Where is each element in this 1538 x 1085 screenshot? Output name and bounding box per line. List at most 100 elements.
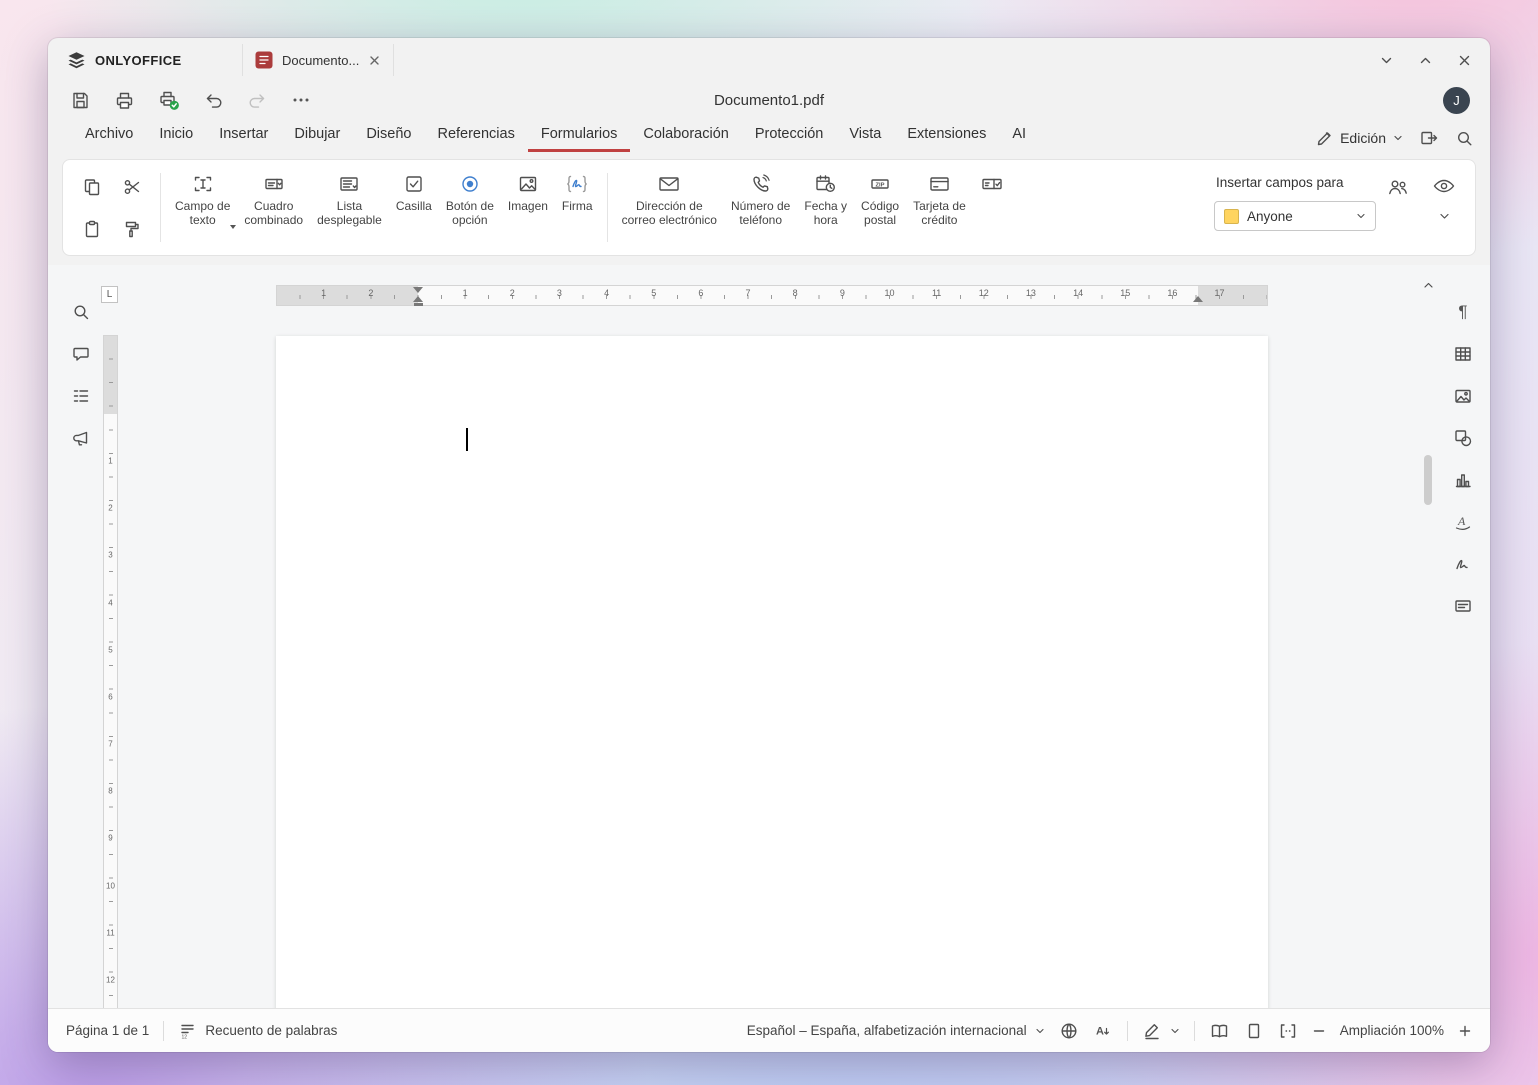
vertical-scrollbar[interactable]	[1420, 277, 1436, 1008]
svg-text:ZIP: ZIP	[876, 182, 885, 188]
zoom-in-button[interactable]	[1458, 1024, 1472, 1038]
document-page[interactable]	[276, 336, 1268, 1008]
word-count-button[interactable]: 12 Recuento de palabras	[178, 1021, 337, 1040]
language-label: Español – España, alfabetización interna…	[747, 1023, 1027, 1038]
print-button[interactable]	[114, 90, 135, 111]
tab-stop-selector[interactable]: L	[101, 286, 118, 303]
quick-print-button[interactable]	[158, 89, 180, 111]
phone-field-button[interactable]: Número de teléfono	[724, 160, 797, 255]
hanging-indent-marker[interactable]	[413, 296, 423, 302]
scrollbar-thumb[interactable]	[1424, 455, 1432, 505]
tab-ai[interactable]: AI	[999, 119, 1039, 152]
text-field-icon	[192, 169, 214, 199]
tab-formularios[interactable]: Formularios	[528, 119, 631, 152]
h-ruler[interactable]: 211234567891011121314151617	[276, 285, 1268, 306]
tab-referencias[interactable]: Referencias	[424, 119, 527, 152]
window-maximize-button[interactable]	[1418, 53, 1433, 68]
redo-button[interactable]	[247, 90, 268, 111]
first-line-indent-marker[interactable]	[413, 287, 423, 293]
document-tab-title: Documento...	[282, 53, 359, 68]
open-file-location-button[interactable]	[1419, 128, 1439, 148]
combo-box-button[interactable]: Cuadro combinado	[237, 160, 310, 255]
zip-code-field-button[interactable]: ZIP Código postal	[854, 160, 906, 255]
dropdown-list-icon	[338, 169, 360, 199]
text-field-button[interactable]: Campo de texto	[168, 160, 237, 255]
two-page-view-button[interactable]	[1209, 1021, 1230, 1041]
image-field-button[interactable]: Imagen	[501, 160, 555, 255]
text-art-settings-button[interactable]: A	[1453, 512, 1473, 532]
complex-field-button[interactable]	[973, 160, 1011, 255]
zoom-out-button[interactable]	[1312, 1024, 1326, 1038]
paragraph-settings-button[interactable]: ¶	[1458, 302, 1467, 322]
window-close-button[interactable]	[1457, 53, 1472, 68]
collapse-ribbon-button[interactable]	[1438, 210, 1451, 223]
tab-vista[interactable]: Vista	[836, 119, 894, 152]
edit-mode-selector[interactable]: Edición	[1316, 130, 1403, 147]
page-indicator[interactable]: Página 1 de 1	[66, 1023, 149, 1038]
language-selector[interactable]: Español – España, alfabetización interna…	[747, 1023, 1045, 1038]
role-label: Anyone	[1247, 209, 1348, 224]
tab-proteccion[interactable]: Protección	[742, 119, 837, 152]
form-settings-button[interactable]	[1453, 596, 1473, 616]
tab-dibujar[interactable]: Dibujar	[281, 119, 353, 152]
brand-name: ONLYOFFICE	[95, 53, 182, 68]
user-avatar[interactable]: J	[1443, 87, 1470, 114]
pencil-icon	[1316, 130, 1333, 147]
paste-button[interactable]	[79, 212, 105, 246]
document-language-button[interactable]	[1059, 1021, 1079, 1041]
copy-button[interactable]	[79, 170, 105, 204]
calendar-clock-icon	[814, 169, 837, 199]
signature-settings-button[interactable]	[1453, 554, 1473, 574]
cut-button[interactable]	[119, 170, 145, 204]
signature-icon	[565, 169, 589, 199]
view-form-group	[1431, 174, 1457, 223]
feedback-button[interactable]	[71, 428, 91, 448]
shape-settings-button[interactable]	[1453, 428, 1473, 448]
tab-insertar[interactable]: Insertar	[206, 119, 281, 152]
more-actions-button[interactable]	[291, 90, 311, 110]
role-color-swatch	[1224, 209, 1239, 224]
credit-card-field-button[interactable]: Tarjeta de crédito	[906, 160, 973, 255]
undo-button[interactable]	[203, 90, 224, 111]
tab-colaboracion[interactable]: Colaboración	[630, 119, 741, 152]
svg-text:12: 12	[182, 1035, 188, 1041]
scroll-up-button[interactable]	[1420, 277, 1436, 293]
window-controls	[1379, 53, 1472, 68]
fit-width-button[interactable]	[1278, 1021, 1298, 1041]
view-form-button[interactable]	[1431, 174, 1457, 198]
quick-toolbar: Documento1.pdf J	[48, 82, 1490, 118]
tab-close-icon[interactable]	[368, 54, 381, 67]
image-settings-button[interactable]	[1453, 386, 1473, 406]
ribbon-wrap: Campo de texto Cuadro combinado Lista de…	[48, 152, 1490, 265]
tab-extensiones[interactable]: Extensiones	[894, 119, 999, 152]
navigation-panel-button[interactable]	[71, 386, 91, 406]
search-panel-button[interactable]	[71, 302, 91, 322]
checkbox-button[interactable]: Casilla	[389, 160, 439, 255]
format-painter-button[interactable]	[119, 212, 145, 246]
tab-inicio[interactable]: Inicio	[146, 119, 206, 152]
datetime-field-button[interactable]: Fecha y hora	[797, 160, 854, 255]
email-field-button[interactable]: Dirección de correo electrónico	[615, 160, 724, 255]
left-indent-marker[interactable]	[414, 303, 423, 307]
window-minimize-button[interactable]	[1379, 53, 1394, 68]
right-indent-marker[interactable]	[1193, 296, 1203, 302]
search-button[interactable]	[1455, 129, 1474, 148]
scroll-down-button[interactable]	[1420, 1005, 1436, 1008]
spellcheck-button[interactable]: A	[1093, 1021, 1113, 1041]
role-select[interactable]: Anyone	[1214, 201, 1376, 231]
v-ruler[interactable]: 123456789101112	[103, 335, 118, 1008]
save-button[interactable]	[70, 90, 91, 111]
manage-roles-button[interactable]	[1386, 176, 1410, 198]
page-view-button[interactable]	[1244, 1021, 1264, 1041]
tab-diseno[interactable]: Diseño	[353, 119, 424, 152]
chart-settings-button[interactable]	[1453, 470, 1473, 490]
radio-button-button[interactable]: Botón de opción	[439, 160, 501, 255]
text-cursor	[466, 428, 468, 451]
table-settings-button[interactable]	[1453, 344, 1473, 364]
dropdown-list-button[interactable]: Lista desplegable	[310, 160, 389, 255]
comments-panel-button[interactable]	[71, 344, 91, 364]
signature-field-button[interactable]: Firma	[555, 160, 600, 255]
track-changes-button[interactable]	[1142, 1021, 1180, 1041]
document-tab[interactable]: Documento...	[242, 44, 394, 76]
tab-archivo[interactable]: Archivo	[72, 119, 146, 152]
